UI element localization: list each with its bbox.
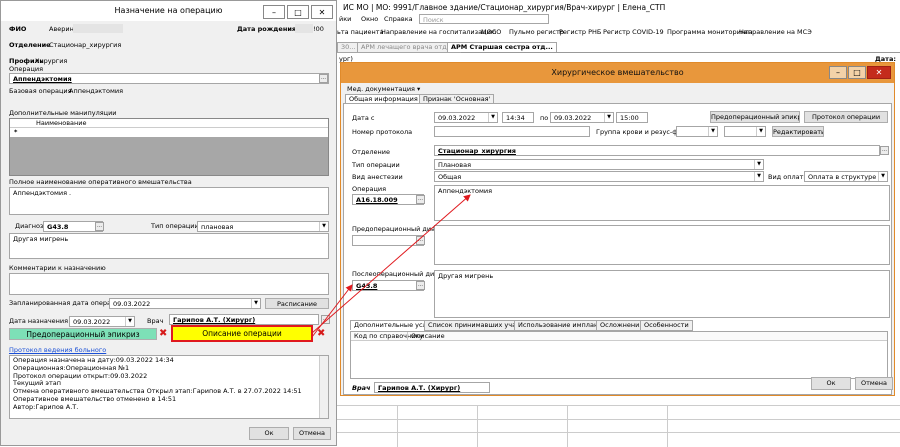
arrow-to-operation bbox=[311, 194, 471, 334]
arrow-to-diagnosis bbox=[311, 284, 353, 338]
annotation-arrows bbox=[311, 194, 471, 338]
